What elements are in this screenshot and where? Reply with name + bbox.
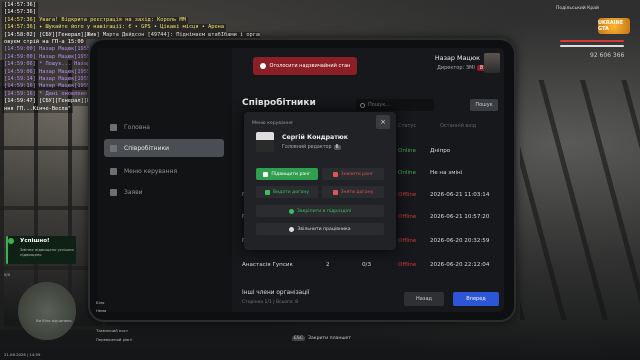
column-header-last-login: Останній вхід xyxy=(440,123,477,129)
employee-rank-cell: 2 xyxy=(326,262,330,268)
server-label: Подільський Край xyxy=(556,6,599,11)
back-button[interactable]: Назад xyxy=(404,292,444,306)
shield-icon xyxy=(288,208,294,214)
menu-icon xyxy=(110,167,117,175)
minimap-label: Ви біля відчинень xyxy=(36,318,72,323)
section-title: Співробітники xyxy=(242,98,316,108)
chat-line: [14:57:36] ✦ Шукайте його у навігації: Є… xyxy=(2,24,227,32)
fire-employee-button[interactable]: Звільнити працівника xyxy=(256,223,384,235)
pagination-info: Сторінка 1/1 | Всього: 8 xyxy=(242,300,298,305)
employee-last-login-cell: Дніпро xyxy=(430,148,451,154)
toast-title: Успішно! xyxy=(20,238,50,244)
arrow-down-icon xyxy=(332,171,338,177)
sidebar-item-applications[interactable]: Заяви xyxy=(104,183,224,201)
chat-line: ння ГП...Кінче-Весла" xyxy=(2,105,73,114)
modal-header: Меню керування xyxy=(252,121,293,126)
warning-icon xyxy=(259,63,266,69)
window-frame-right xyxy=(520,80,640,320)
employee-status-cell: Online xyxy=(398,170,417,176)
mini-hud-line: Таємничий пост xyxy=(96,328,129,333)
emergency-button[interactable]: Оголосити надзвичайний стан xyxy=(253,57,357,75)
sidebar-item-management[interactable]: Меню керування xyxy=(104,162,224,180)
arrow-up-icon xyxy=(263,171,269,177)
search-input[interactable]: Пошук... xyxy=(356,99,434,111)
employee-last-login-cell: Не на зміні xyxy=(430,170,463,176)
minimap xyxy=(18,282,76,340)
chat-line: [14:57:36] xyxy=(2,9,38,17)
employee-rank-badge: 6 xyxy=(333,145,341,150)
plus-icon xyxy=(264,189,270,195)
check-icon xyxy=(8,238,14,244)
lock-subdivision-button[interactable]: Закріпити в підрозділі xyxy=(256,205,384,217)
user-remove-icon xyxy=(289,226,295,232)
employee-status-cell: Offline xyxy=(398,262,417,268)
sidebar-item-employees[interactable]: Співробітники xyxy=(104,139,224,157)
home-icon xyxy=(110,123,117,131)
sidebar xyxy=(98,48,232,312)
employee-status-cell: Online xyxy=(398,148,417,154)
promote-button[interactable]: Підвищити ранг xyxy=(256,168,318,180)
other-members-title: Інші члени організації xyxy=(242,290,310,296)
give-warning-button[interactable]: Видати догану xyxy=(256,186,318,198)
mini-hud-line: 0/0 xyxy=(4,272,11,277)
toast-message: Змінне підвищено успішно підвищено xyxy=(20,247,74,257)
next-button[interactable]: Вперед xyxy=(453,292,499,306)
search-button[interactable]: Пошук xyxy=(470,99,498,111)
health-bar xyxy=(560,40,624,42)
close-hint: ESC Закрити планшет xyxy=(292,336,352,341)
employee-name-cell: Анастасія Гупсик xyxy=(242,262,293,268)
user-role: Директор: ЗМІ 8 xyxy=(394,65,486,71)
close-button[interactable]: × xyxy=(376,115,390,129)
remove-warning-button[interactable]: Зняти догану xyxy=(322,186,384,198)
search-icon xyxy=(360,102,365,108)
mini-hud-line: Перевірений рівні xyxy=(96,337,132,342)
employee-name: Сергій Кондратюк xyxy=(282,134,348,141)
sidebar-item-home[interactable]: Головна xyxy=(104,118,224,136)
document-icon xyxy=(110,188,117,196)
employee-avatar xyxy=(256,132,274,152)
employee-last-login-cell: 2026-06-20 22:12:04 xyxy=(430,262,490,268)
users-icon xyxy=(110,144,117,152)
esc-key: ESC xyxy=(292,336,306,341)
mini-hud-line: Нема xyxy=(96,308,107,313)
employee-status-cell: Offline xyxy=(398,238,417,244)
chat-line: [14:57:36] xyxy=(2,2,38,10)
date-time: 21.06.2026 | 14:59 xyxy=(4,352,41,357)
employee-last-login-cell: 2026-06-20 20:32:59 xyxy=(430,238,490,244)
employee-status-cell: Offline xyxy=(398,214,417,220)
demote-button[interactable]: Знизити ранг xyxy=(322,168,384,180)
server-logo: UKRAINE GTA xyxy=(598,18,630,34)
employee-last-login-cell: 2026-06-21 11:03:14 xyxy=(430,192,490,198)
minus-icon xyxy=(332,189,338,195)
employee-role: Головний редактор 6 xyxy=(282,145,341,150)
chat-line: [14:57:36] Увага! Відкрита реєстрація на… xyxy=(2,16,188,25)
employee-status-cell: Offline xyxy=(398,192,417,198)
employee-last-login-cell: 2026-06-21 10:57:20 xyxy=(430,214,490,220)
user-avatar xyxy=(484,53,500,73)
employee-warnings-cell: 0/3 xyxy=(362,262,372,268)
user-name: Назар Мацюк xyxy=(434,54,480,62)
column-header-status: Статус xyxy=(398,123,417,129)
money-counter: 92 606 366 xyxy=(590,52,625,59)
armor-bar xyxy=(560,45,624,47)
chat-line: овуєм стрій на ГП-а 15:00 xyxy=(2,39,86,47)
mini-hud-line: Біля xyxy=(96,300,105,305)
